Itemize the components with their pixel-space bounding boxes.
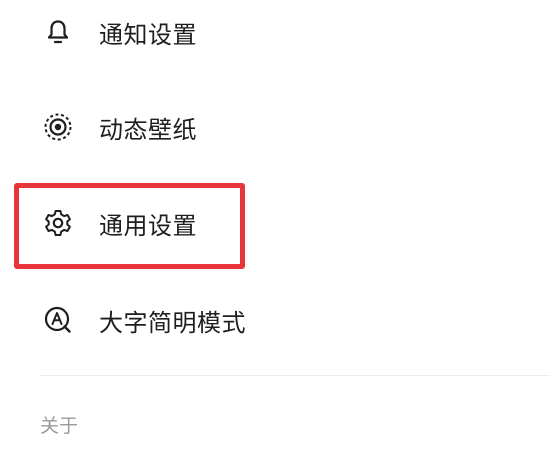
divider [40, 375, 550, 376]
menu-item-label: 大字简明模式 [99, 308, 246, 337]
settings-menu: 通知设置 动态壁纸 通用设置 大字简明模式 关于 [0, 0, 550, 455]
bell-icon [40, 14, 76, 50]
menu-item-label: 通知设置 [99, 20, 197, 49]
highlight-box [14, 183, 245, 269]
menu-item-notification-settings[interactable]: 通知设置 [0, 0, 550, 68]
live-wallpaper-icon [40, 109, 76, 145]
menu-item-large-font-mode[interactable]: 大字简明模式 [0, 284, 550, 356]
menu-item-live-wallpaper[interactable]: 动态壁纸 [0, 91, 550, 163]
large-font-icon [40, 302, 76, 338]
menu-item-label: 动态壁纸 [99, 115, 197, 144]
section-header-about: 关于 [40, 415, 79, 437]
